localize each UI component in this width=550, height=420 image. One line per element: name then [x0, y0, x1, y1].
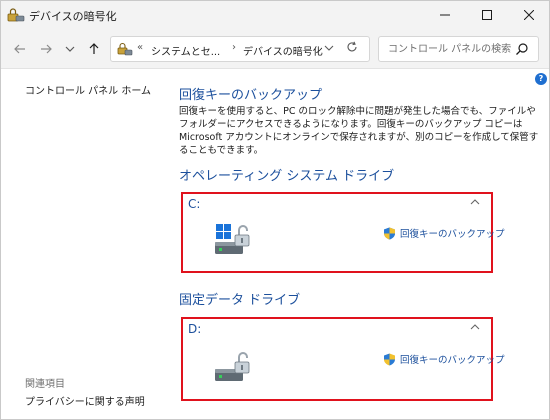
backup-recovery-key-label: 回復キーのバックアップ [400, 355, 505, 366]
address-dropdown-button[interactable] [323, 43, 335, 55]
drive-letter: C: [188, 197, 201, 211]
refresh-button[interactable] [344, 41, 360, 57]
bitlocker-app-icon [7, 8, 25, 22]
page-description: 回復キーを使用すると、PC のロック解除中に問題が発生した場合でも、ファイルやフ… [179, 106, 539, 156]
arrow-up-icon [89, 43, 99, 54]
collapse-chevron-up-icon[interactable] [469, 197, 481, 207]
uac-shield-icon [384, 227, 395, 239]
address-bar[interactable]: « システムとセ... › デバイスの暗号化 [110, 36, 370, 62]
backup-recovery-key-label: 回復キーのバックアップ [400, 229, 505, 240]
help-icon[interactable]: ? [535, 73, 547, 85]
maximize-icon [482, 10, 492, 20]
backup-recovery-key-link-d[interactable]: 回復キーのバックアップ [383, 352, 505, 366]
minimize-icon [440, 14, 450, 16]
up-button[interactable] [85, 40, 103, 58]
close-button[interactable] [509, 1, 549, 29]
os-drive-heading: オペレーティング システム ドライブ [179, 169, 395, 184]
breadcrumb-system-security[interactable]: システムとセ... [151, 43, 220, 58]
sidebar-privacy-statement[interactable]: プライバシーに関する声明 [25, 393, 145, 408]
arrow-left-icon [14, 44, 25, 54]
forward-button[interactable] [37, 40, 55, 58]
breadcrumb-overflow[interactable]: « [137, 42, 143, 53]
search-icon[interactable] [515, 42, 529, 56]
navigation-bar: « システムとセ... › デバイスの暗号化 [1, 29, 549, 69]
arrow-right-icon [41, 44, 52, 54]
window-title: デバイスの暗号化 [29, 10, 117, 23]
data-drive-icon [215, 352, 250, 381]
close-icon [524, 10, 534, 20]
minimize-button[interactable] [425, 1, 465, 29]
title-bar: デバイスの暗号化 [1, 1, 549, 29]
recent-locations-button[interactable] [61, 40, 79, 58]
page-title: 回復キーのバックアップ [179, 88, 323, 103]
breadcrumb-separator-icon: › [232, 42, 236, 53]
drive-panel-c: C: 回復キーのバックアップ [181, 192, 505, 273]
backup-recovery-key-link-c[interactable]: 回復キーのバックアップ [383, 226, 505, 240]
drive-panel-d: D: 回復キーのバックアップ [181, 317, 505, 401]
refresh-icon [347, 41, 357, 52]
sidebar-related-header: 関連項目 [25, 379, 65, 390]
control-panel-icon [117, 42, 133, 56]
chevron-down-icon [324, 45, 334, 51]
drive-letter: D: [188, 322, 202, 336]
chevron-down-icon [65, 46, 75, 52]
window: デバイスの暗号化 « システムとセ... › デバイスの暗号化 コントロール パ… [0, 0, 550, 420]
maximize-button[interactable] [467, 1, 507, 29]
breadcrumb-device-encryption[interactable]: デバイスの暗号化 [243, 43, 323, 58]
uac-shield-icon [384, 353, 395, 365]
fixed-drive-heading: 固定データ ドライブ [179, 293, 301, 308]
back-button[interactable] [11, 40, 29, 58]
collapse-chevron-up-icon[interactable] [469, 322, 481, 332]
sidebar-control-panel-home[interactable]: コントロール パネル ホーム [25, 82, 151, 97]
os-drive-icon [215, 224, 250, 254]
